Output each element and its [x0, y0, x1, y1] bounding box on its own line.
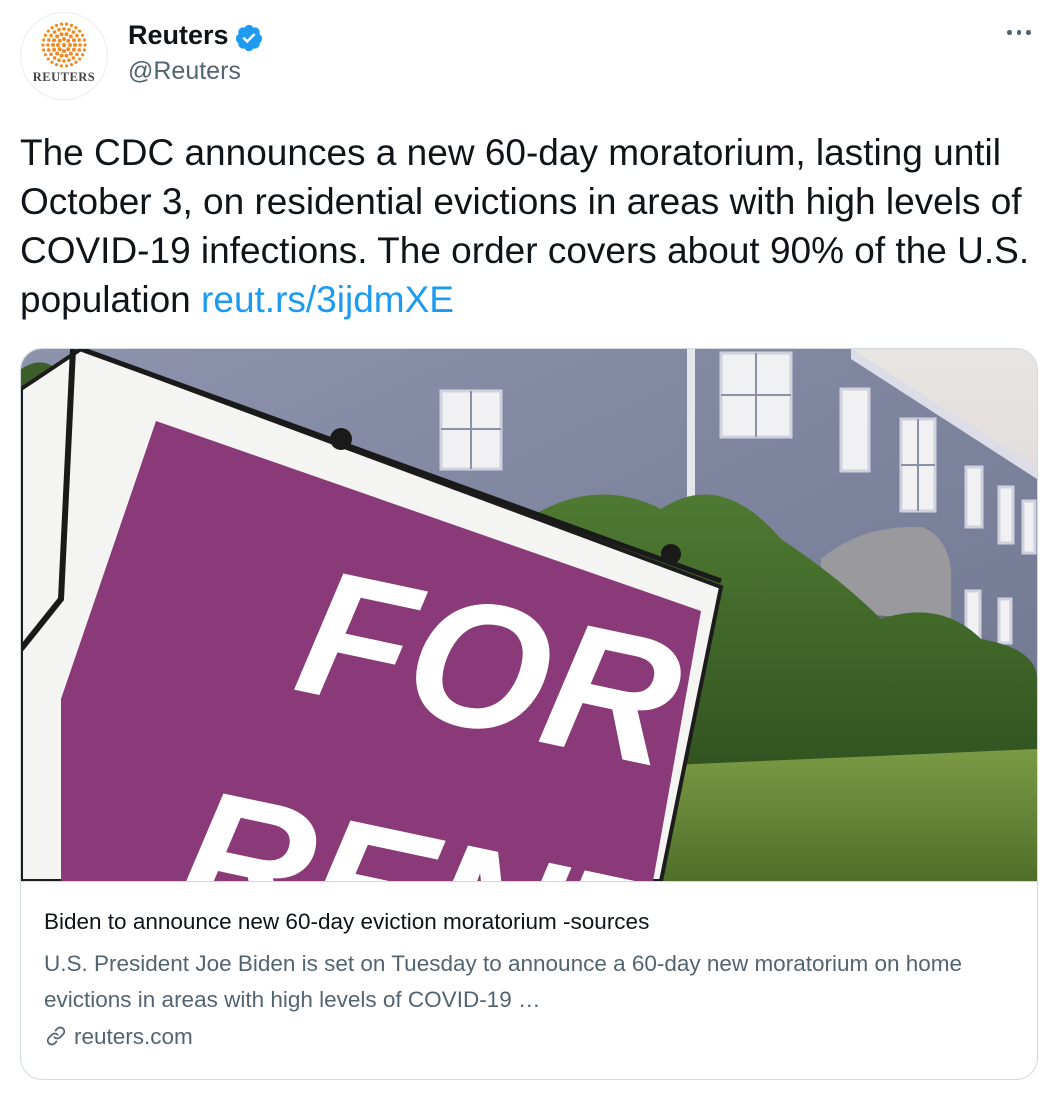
logo-dot	[77, 48, 82, 52]
logo-dot	[69, 23, 74, 27]
logo-dot	[78, 29, 82, 33]
logo-dot	[71, 30, 76, 34]
logo-dot	[80, 33, 85, 37]
logo-dot	[59, 32, 64, 37]
logo-dot	[46, 29, 50, 33]
logo-dot	[64, 22, 69, 26]
logo-dot	[59, 53, 64, 58]
logo-dot	[75, 52, 79, 57]
reuters-logo-icon	[41, 22, 87, 68]
avatar[interactable]: REUTERS	[20, 12, 108, 100]
logo-dot	[41, 43, 45, 47]
logo-dot	[54, 23, 59, 27]
link-preview-card[interactable]: FOR RENT Biden to announce new 60-day ev…	[20, 348, 1038, 1080]
avatar-logo-text: REUTERS	[32, 70, 96, 84]
logo-dot	[75, 33, 79, 38]
logo-dot	[59, 22, 64, 26]
logo-dot	[55, 51, 60, 56]
logo-dot	[51, 43, 55, 47]
logo-dot	[61, 42, 67, 48]
logo-dot	[82, 38, 86, 42]
logo-dot	[73, 43, 77, 47]
logo-dot	[42, 38, 46, 42]
logo-dot	[80, 53, 85, 57]
logo-dot	[50, 60, 54, 64]
logo-dot	[62, 49, 66, 53]
logo-dot	[46, 48, 51, 52]
card-image[interactable]: FOR RENT	[21, 349, 1037, 881]
more-options-icon[interactable]	[1004, 24, 1034, 40]
logo-dot	[57, 47, 62, 52]
logo-dot	[49, 33, 53, 38]
logo-dot	[49, 52, 53, 57]
logo-dot	[46, 38, 51, 42]
logo-dot	[83, 43, 87, 47]
author-name[interactable]: Reuters	[128, 20, 229, 51]
logo-dot	[62, 27, 66, 31]
logo-dot	[69, 63, 74, 67]
logo-dot	[52, 38, 57, 43]
logo-dot	[78, 43, 82, 47]
verified-badge-icon	[235, 24, 263, 52]
logo-dot	[66, 38, 71, 43]
logo-dot	[57, 58, 61, 63]
logo-dot	[64, 32, 69, 37]
link-icon	[46, 1026, 66, 1046]
logo-dot	[57, 38, 62, 43]
logo-dot	[54, 63, 59, 67]
card-description: U.S. President Joe Biden is set on Tuesd…	[44, 951, 963, 1012]
tweet-text: The CDC announces a new 60-day moratoriu…	[20, 128, 1030, 324]
tweet-link[interactable]: reut.rs/3ijdmXE	[201, 279, 454, 320]
logo-dot	[74, 26, 78, 30]
logo-dot	[66, 47, 71, 52]
logo-dot	[68, 51, 73, 56]
logo-dot	[71, 56, 76, 60]
card-domain: reuters.com	[44, 1024, 193, 1050]
logo-dot	[42, 48, 46, 52]
logo-dot	[55, 34, 60, 39]
logo-dot	[59, 64, 64, 68]
logo-dot	[68, 34, 73, 39]
tweet-header: REUTERS Reuters @Reuters	[20, 10, 1042, 100]
logo-dot	[56, 43, 60, 47]
logo-dot	[64, 64, 69, 68]
logo-dot	[46, 57, 50, 61]
logo-dot	[57, 27, 61, 32]
logo-dot	[50, 26, 54, 30]
logo-dot	[43, 53, 48, 57]
logo-dot	[62, 37, 66, 41]
logo-dot	[74, 60, 78, 64]
logo-dot	[62, 59, 66, 63]
logo-dot	[71, 47, 76, 52]
logo-dot	[68, 43, 72, 47]
logo-dot	[46, 43, 50, 47]
logo-dot	[67, 27, 71, 32]
logo-dot	[77, 38, 82, 42]
logo-dot	[78, 57, 82, 61]
logo-dot	[82, 48, 86, 52]
tweet-body: The CDC announces a new 60-day moratoriu…	[20, 132, 1030, 320]
logo-dot	[43, 33, 48, 37]
card-title[interactable]: Biden to announce new 60-day eviction mo…	[44, 909, 649, 935]
author-handle[interactable]: @Reuters	[128, 57, 241, 86]
logo-dot	[71, 38, 76, 43]
logo-dot	[52, 30, 57, 34]
card-body[interactable]: Biden to announce new 60-day eviction mo…	[21, 881, 1037, 1079]
logo-dot	[67, 58, 71, 63]
logo-dot	[64, 53, 69, 58]
logo-dot	[52, 56, 57, 60]
logo-dot	[52, 47, 57, 52]
card-domain-text: reuters.com	[74, 1024, 193, 1049]
